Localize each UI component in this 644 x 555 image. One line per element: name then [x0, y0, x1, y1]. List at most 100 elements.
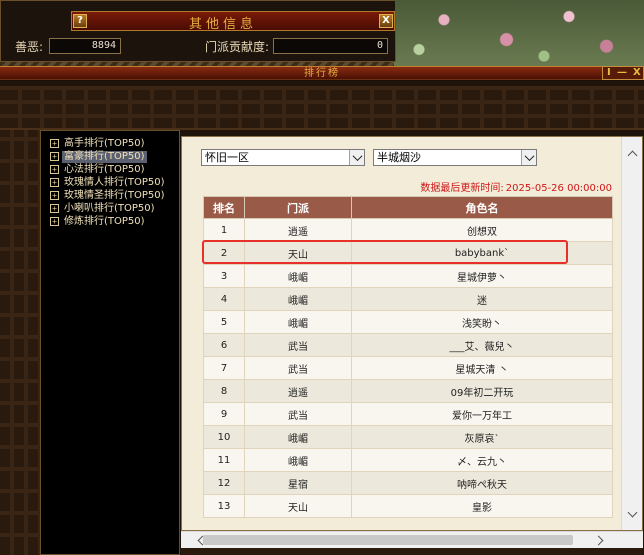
bottom-frame	[181, 548, 643, 555]
table-row[interactable]: 10 峨嵋 灰原哀`	[203, 425, 613, 449]
table-row[interactable]: 4 峨嵋迷	[203, 287, 613, 311]
minimize-button[interactable]: —	[617, 67, 627, 79]
category-item-master[interactable]: + 高手排行(TOP50)	[41, 137, 179, 150]
table-row[interactable]: 9 武当 爱你一万年工	[203, 402, 613, 426]
chevron-down-icon[interactable]	[627, 507, 638, 518]
server-select[interactable]: 半城烟沙	[373, 149, 537, 166]
good-evil-label: 善恶:	[15, 40, 44, 54]
rank-cell: 2	[203, 241, 245, 265]
rank-cell: 7	[203, 356, 245, 380]
info-close-button[interactable]: X	[379, 14, 393, 28]
category-item-wealth[interactable]: + 富豪排行(TOP50)	[41, 150, 179, 163]
update-time-line: 数据最后更新时间: 2025-05-26 00:00:00	[182, 179, 612, 194]
table-row[interactable]: 3 峨嵋 星城伊萝丶	[203, 264, 613, 288]
region-select[interactable]: 怀旧一区	[201, 149, 365, 166]
table-row[interactable]: 13 天山 皇影	[203, 494, 613, 518]
sect-cell: 天山	[244, 494, 352, 518]
category-item-rose-lover[interactable]: + 玫瑰情人排行(TOP50)	[41, 176, 179, 189]
sect-contribution-label: 门派贡献度:	[205, 40, 270, 54]
other-info-panel: 其他信息 ? X 善恶: 8894 门派贡献度: 0	[0, 0, 396, 62]
name-cell: 呐啼ぺ秋天	[351, 471, 613, 495]
name-cell: 〆、云九丶	[351, 448, 613, 472]
plus-box-icon[interactable]: +	[50, 178, 59, 187]
plus-box-icon[interactable]: +	[50, 204, 59, 213]
chevron-up-icon[interactable]	[627, 150, 638, 161]
plus-box-icon[interactable]: +	[50, 152, 59, 161]
table-row[interactable]: 5 峨嵋 浅笑盼丶	[203, 310, 613, 334]
plus-box-icon[interactable]: +	[50, 217, 59, 226]
header-sect[interactable]: 门派	[244, 196, 352, 219]
restore-button[interactable]: I	[607, 67, 611, 79]
table-row[interactable]: 11 峨嵋 〆、云九丶	[203, 448, 613, 472]
name-cell: 星城伊萝丶	[351, 264, 613, 288]
rank-cell: 4	[203, 287, 245, 311]
rank-cell: 8	[203, 379, 245, 403]
horizontal-scrollbar[interactable]	[181, 531, 643, 548]
rank-cell: 9	[203, 402, 245, 426]
name-cell: 浅笑盼丶	[351, 310, 613, 334]
rank-cell: 10	[203, 425, 245, 449]
rank-cell: 11	[203, 448, 245, 472]
table-row[interactable]: 7 武当 星城天清 丶	[203, 356, 613, 380]
rank-cell: 3	[203, 264, 245, 288]
sect-cell: 峨嵋	[244, 425, 352, 449]
sect-cell: 峨嵋	[244, 310, 352, 334]
category-label: 修炼排行(TOP50)	[64, 215, 145, 227]
name-cell: babybank`	[351, 241, 613, 265]
table-header-row: 排名 门派 角色名	[203, 196, 613, 219]
update-label: 数据最后更新时间:	[420, 183, 504, 194]
vertical-scrollbar[interactable]	[621, 137, 642, 530]
plus-box-icon[interactable]: +	[50, 165, 59, 174]
info-panel-titlebar[interactable]: 其他信息	[71, 11, 395, 32]
region-select-value: 怀旧一区	[205, 151, 249, 164]
rank-cell: 6	[203, 333, 245, 357]
rank-cell: 1	[203, 218, 245, 242]
table-row[interactable]: 2 天山 babybank`	[203, 241, 613, 265]
chevron-right-icon[interactable]	[593, 535, 604, 546]
table-row[interactable]: 12 星宿 呐啼ぺ秋天	[203, 471, 613, 495]
sect-cell: 武当	[244, 356, 352, 380]
name-cell: 爱你一万年工	[351, 402, 613, 426]
name-cell: 皇影	[351, 494, 613, 518]
decorative-pattern-top	[0, 86, 644, 130]
ranking-close-button[interactable]: X	[633, 67, 641, 79]
category-label: 玫瑰情人排行(TOP50)	[64, 176, 165, 188]
plus-box-icon[interactable]: +	[50, 139, 59, 148]
decorative-pattern-left	[0, 130, 40, 555]
name-cell: ___艾、薇兒丶	[351, 333, 613, 357]
table-row[interactable]: 1 逍遥 创想双	[203, 218, 613, 242]
category-item-cultivation[interactable]: + 修炼排行(TOP50)	[41, 215, 179, 228]
ranking-table: 排名 门派 角色名 1 逍遥 创想双 2 天山 babybank` 3 峨嵋 星城伊萝丶 4…	[203, 196, 613, 518]
category-label: 富豪排行(TOP50)	[62, 150, 147, 163]
header-rank[interactable]: 排名	[203, 196, 245, 219]
category-list: + 高手排行(TOP50) + 富豪排行(TOP50) + 心法排行(TOP50…	[40, 130, 180, 555]
sect-cell: 星宿	[244, 471, 352, 495]
category-label: 高手排行(TOP50)	[64, 137, 145, 149]
sect-cell: 峨嵋	[244, 264, 352, 288]
ranking-title: 排行榜	[304, 68, 340, 79]
chevron-down-icon[interactable]	[521, 150, 536, 165]
chevron-down-icon[interactable]	[349, 150, 364, 165]
update-time: 2025-05-26 00:00:00	[505, 183, 612, 194]
table-row[interactable]: 6 武当 ___艾、薇兒丶	[203, 333, 613, 357]
category-item-mind[interactable]: + 心法排行(TOP50)	[41, 163, 179, 176]
ranking-content: 怀旧一区 半城烟沙 数据最后更新时间: 2025-05-26 00:00:00 排…	[181, 136, 643, 531]
category-item-trumpet[interactable]: + 小喇叭排行(TOP50)	[41, 202, 179, 215]
server-select-value: 半城烟沙	[377, 151, 421, 164]
category-item-rose-saint[interactable]: + 玫瑰情圣排行(TOP50)	[41, 189, 179, 202]
sect-cell: 峨嵋	[244, 287, 352, 311]
name-cell: 创想双	[351, 218, 613, 242]
help-button[interactable]: ?	[73, 14, 87, 28]
name-cell: 星城天清 丶	[351, 356, 613, 380]
info-panel-title: 其他信息	[188, 17, 257, 32]
sect-cell: 天山	[244, 241, 352, 265]
header-name[interactable]: 角色名	[351, 196, 613, 219]
ranking-titlebar[interactable]: 排行榜	[0, 66, 644, 80]
horizontal-scroll-thumb[interactable]	[203, 535, 573, 545]
plus-box-icon[interactable]: +	[50, 191, 59, 200]
sect-cell: 峨嵋	[244, 448, 352, 472]
category-label: 玫瑰情圣排行(TOP50)	[64, 189, 165, 201]
good-evil-value: 8894	[49, 38, 121, 54]
table-row[interactable]: 8 逍遥 09年初二开玩	[203, 379, 613, 403]
category-label: 小喇叭排行(TOP50)	[64, 202, 155, 214]
